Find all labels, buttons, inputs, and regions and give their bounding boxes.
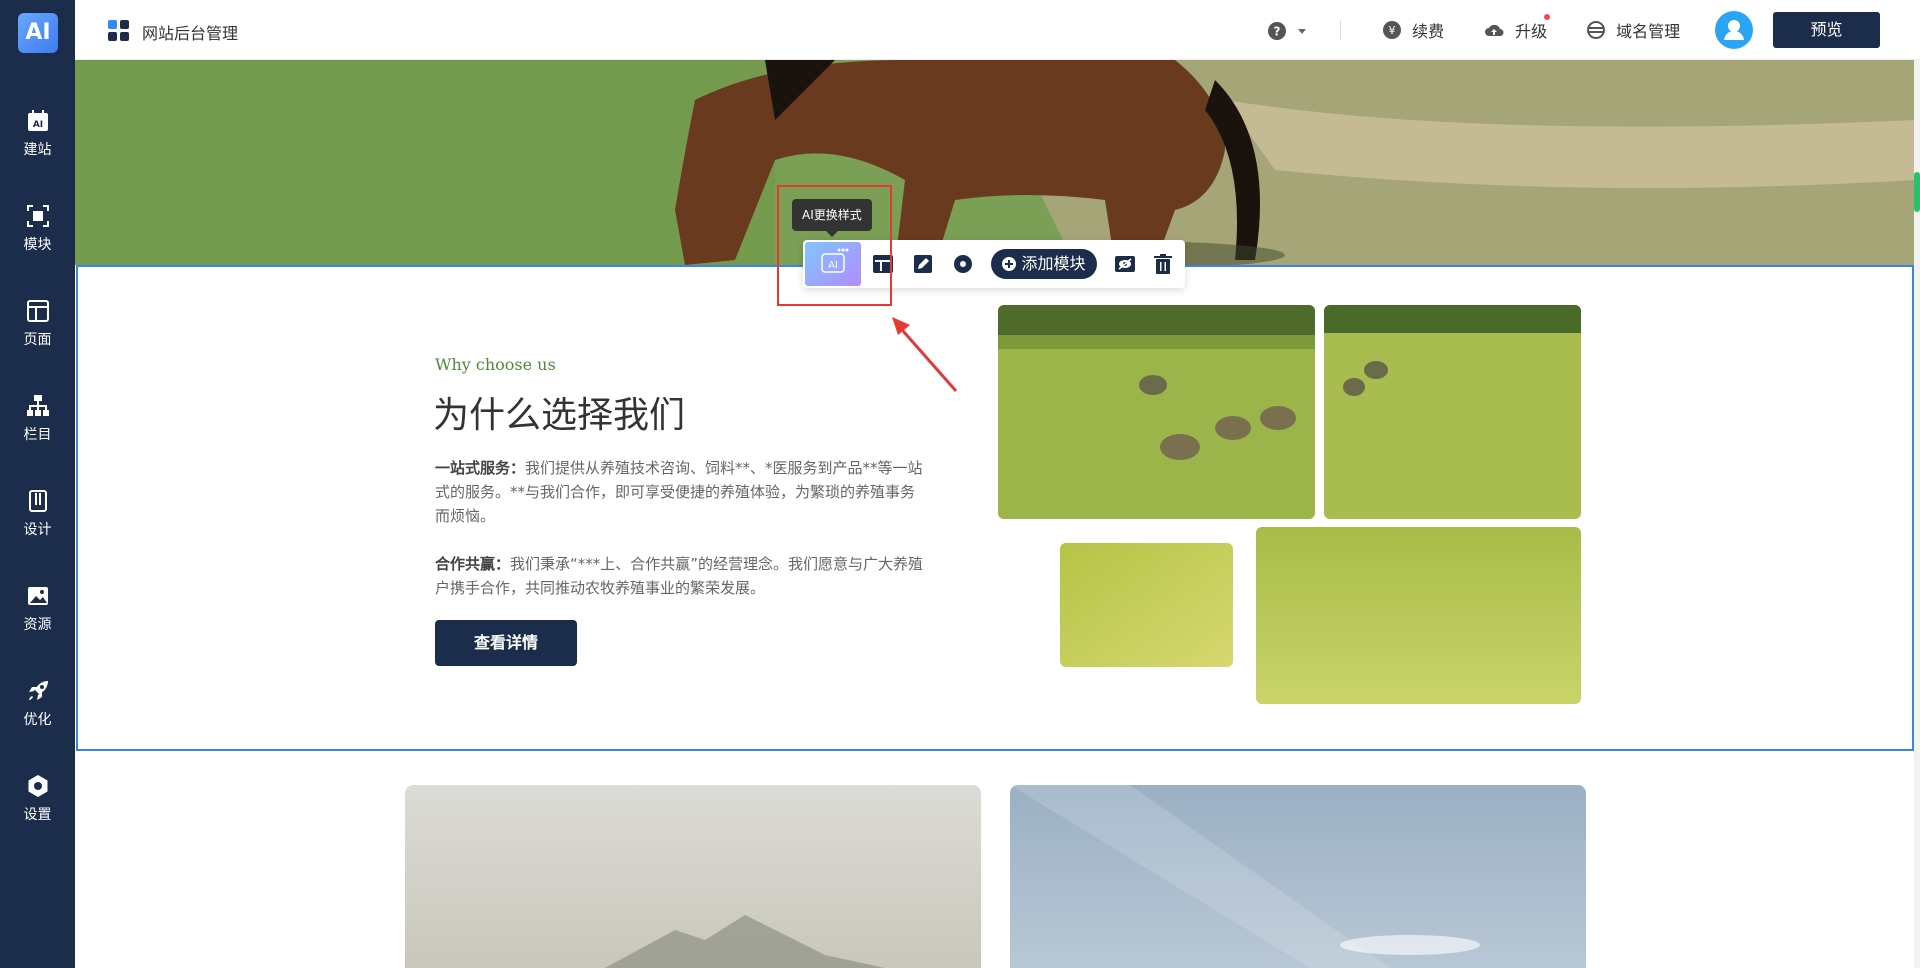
hay-bales-image — [998, 305, 1315, 519]
preview-button[interactable]: 预览 — [1773, 12, 1880, 48]
hide-eye-icon[interactable] — [1113, 252, 1137, 276]
help-dropdown[interactable]: ? — [1268, 20, 1307, 40]
hay-bales-photo-small — [1324, 305, 1581, 519]
design-icon — [28, 490, 47, 512]
card-image-sky[interactable] — [1010, 785, 1586, 968]
sidebar-item-label: 模块 — [23, 237, 52, 253]
view-details-button[interactable]: 查看详情 — [435, 620, 577, 666]
style-circle-icon[interactable] — [951, 252, 975, 276]
sidebar-item-module[interactable]: 模块 — [0, 190, 75, 270]
paragraph-one-stop-service: 一站式服务：我们提供从养殖技术咨询、饲料**、*医服务到产品**等一站式的服务。… — [435, 456, 925, 528]
sky-rays-image — [1010, 785, 1586, 968]
add-module-label: 添加模块 — [1021, 254, 1086, 273]
notification-dot — [1544, 14, 1550, 20]
sidebar-item-optimize[interactable]: 优化 — [0, 665, 75, 745]
why-choose-us-section[interactable] — [76, 265, 1914, 751]
scrollbar-thumb[interactable] — [1914, 172, 1920, 212]
upgrade-label: 升级 — [1515, 22, 1548, 41]
renew-label: 续费 — [1412, 22, 1445, 41]
rocket-icon — [28, 681, 48, 700]
misty-mountain-image — [405, 785, 981, 968]
sidebar-item-resource[interactable]: 资源 — [0, 570, 75, 650]
plus-circle-icon — [1002, 257, 1017, 271]
yen-icon: ¥ — [1383, 21, 1401, 39]
hay-bales-photo-large — [998, 305, 1315, 519]
sidebar-item-settings[interactable]: 设置 — [0, 760, 75, 840]
sitemap-icon — [26, 395, 49, 416]
domain-icon — [1587, 21, 1605, 39]
hero-banner-image — [75, 60, 1915, 265]
para-heading: 合作共赢： — [435, 555, 511, 573]
sidebar-item-label: 页面 — [23, 332, 52, 348]
brand-title: 网站后台管理 — [142, 24, 239, 43]
upgrade-button[interactable]: 升级 — [1484, 14, 1550, 42]
grass-field-image — [1060, 543, 1233, 667]
svg-text:?: ? — [1274, 24, 1281, 38]
user-icon — [1724, 20, 1744, 40]
left-sidebar: AI AI 建站 模块 页面 栏目 设计 资源 优化 设置 — [0, 0, 75, 968]
avatar[interactable] — [1715, 11, 1753, 49]
grass-field-image — [1256, 527, 1581, 704]
renew-button[interactable]: ¥ 续费 — [1383, 18, 1444, 42]
grass-photo-wide — [1256, 527, 1581, 704]
paragraph-win-win: 合作共赢：我们秉承“***上、合作共赢”的经营理念。我们愿意与广大养殖户携手合作… — [435, 552, 925, 600]
section-title: 为什么选择我们 — [433, 395, 686, 436]
image-resource-icon — [27, 587, 48, 605]
page-icon — [26, 300, 49, 322]
cloud-upload-icon — [1485, 24, 1504, 36]
sidebar-item-label: 资源 — [23, 617, 52, 633]
svg-text:AI: AI — [32, 120, 42, 130]
trash-icon[interactable] — [1151, 252, 1175, 276]
help-icon: ? — [1268, 21, 1286, 40]
add-module-button[interactable]: 添加模块 — [991, 249, 1097, 279]
sidebar-item-label: 设计 — [23, 522, 52, 538]
sidebar-item-design[interactable]: 设计 — [0, 475, 75, 555]
app-logo: AI — [18, 13, 58, 53]
divider — [1340, 20, 1341, 40]
domain-management-button[interactable]: 域名管理 — [1587, 18, 1680, 42]
section-kicker: Why choose us — [435, 355, 556, 374]
sidebar-item-label: 设置 — [23, 807, 52, 823]
annotation-arrow-icon — [892, 317, 958, 392]
annotation-highlight-box — [777, 185, 892, 306]
card-image-mountain[interactable] — [405, 785, 981, 968]
sidebar-item-page[interactable]: 页面 — [0, 285, 75, 365]
sidebar-item-label: 建站 — [23, 142, 52, 158]
sidebar-item-column[interactable]: 栏目 — [0, 380, 75, 460]
horse-grazing-image — [75, 60, 1915, 265]
dashboard-grid-icon — [108, 20, 129, 41]
grass-photo-small — [1060, 543, 1233, 667]
ai-build-icon: AI — [27, 110, 48, 131]
chevron-down-icon — [1298, 28, 1307, 34]
para-heading: 一站式服务： — [435, 459, 526, 477]
edit-icon[interactable] — [911, 252, 935, 276]
svg-text:¥: ¥ — [1389, 24, 1396, 37]
gear-icon — [28, 775, 47, 797]
domain-label: 域名管理 — [1616, 22, 1681, 41]
module-icon — [26, 205, 49, 227]
sidebar-item-build[interactable]: AI 建站 — [0, 95, 75, 175]
sidebar-item-label: 优化 — [23, 712, 52, 728]
hay-bales-image — [1324, 305, 1581, 519]
sidebar-item-label: 栏目 — [23, 427, 52, 443]
